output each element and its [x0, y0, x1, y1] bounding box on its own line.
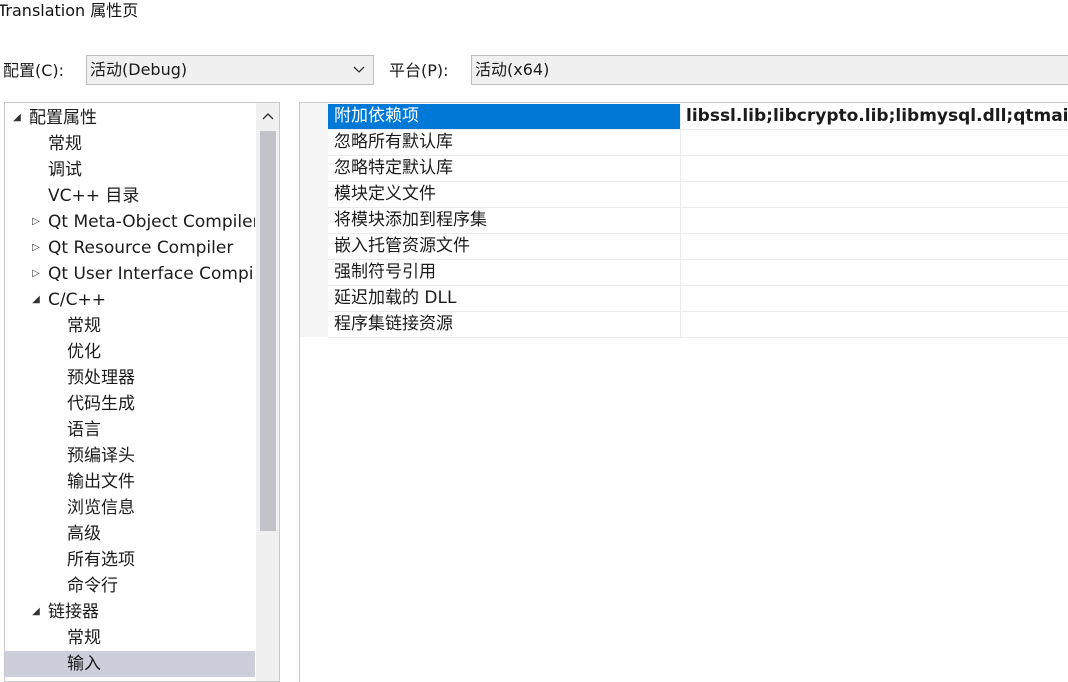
platform-label: 平台(P): — [389, 61, 449, 80]
config-dropdown-value: 活动(Debug) — [90, 60, 188, 79]
scroll-up-icon[interactable] — [256, 103, 279, 129]
tree-item[interactable]: 调试 — [5, 157, 255, 183]
config-label: 配置(C): — [3, 61, 65, 80]
tree-item-label: Qt User Interface Compiler — [48, 264, 255, 284]
tree-item-label: 语言 — [67, 420, 101, 440]
tree-item[interactable]: 高级 — [5, 521, 255, 547]
tree-item-label: Qt Resource Compiler — [48, 238, 234, 258]
tree-item-label: 常规 — [67, 316, 101, 336]
property-row[interactable]: 延迟加载的 DLL — [328, 286, 1068, 312]
property-row[interactable]: 忽略所有默认库 — [328, 130, 1068, 156]
tree-item-label: 代码生成 — [67, 394, 135, 414]
tree-item[interactable]: VC++ 目录 — [5, 183, 255, 209]
property-name[interactable]: 忽略特定默认库 — [328, 156, 681, 181]
property-name[interactable]: 忽略所有默认库 — [328, 130, 681, 155]
tree-item-label: 常规 — [67, 628, 101, 648]
property-row[interactable]: 忽略特定默认库 — [328, 156, 1068, 182]
tree-item-label: 输入 — [67, 654, 101, 674]
collapsed-arrow-icon[interactable]: ▷ — [30, 261, 42, 287]
tree-item[interactable]: ▷ Qt Meta-Object Compiler — [5, 209, 255, 235]
property-value[interactable] — [684, 208, 1068, 233]
property-grid: 附加依赖项 libssl.lib;libcrypto.lib;libmysql.d… — [299, 102, 1068, 682]
property-name[interactable]: 附加依赖项 — [328, 104, 681, 129]
tree-item-label: C/C++ — [48, 290, 106, 310]
collapsed-arrow-icon[interactable]: ▷ — [30, 209, 42, 235]
property-name[interactable]: 程序集链接资源 — [328, 312, 681, 337]
tree-item-label: 调试 — [48, 160, 82, 180]
tree-item[interactable]: 输出文件 — [5, 469, 255, 495]
tree-item-label: 预编译头 — [67, 446, 135, 466]
property-row[interactable]: 将模块添加到程序集 — [328, 208, 1068, 234]
config-dropdown[interactable]: 活动(Debug) — [86, 55, 374, 85]
tree-item[interactable]: 代码生成 — [5, 391, 255, 417]
tree-item[interactable]: 预编译头 — [5, 443, 255, 469]
tree-item[interactable]: 常规 — [5, 313, 255, 339]
property-value[interactable] — [684, 234, 1068, 259]
scroll-thumb[interactable] — [260, 131, 276, 531]
tree-item-label: 常规 — [48, 134, 82, 154]
property-row[interactable]: 嵌入托管资源文件 — [328, 234, 1068, 260]
property-name[interactable]: 延迟加载的 DLL — [328, 286, 681, 311]
platform-dropdown-value: 活动(x64) — [475, 60, 550, 79]
tree-item[interactable]: 所有选项 — [5, 547, 255, 573]
window-title: Translation 属性页 — [0, 1, 139, 20]
tree-item-label: 所有选项 — [67, 550, 135, 570]
property-value[interactable]: libssl.lib;libcrypto.lib;libmysql.dll;qt… — [684, 104, 1068, 129]
tree-item-label: VC++ 目录 — [48, 186, 140, 206]
property-row[interactable]: 附加依赖项 libssl.lib;libcrypto.lib;libmysql.d… — [328, 104, 1068, 130]
chevron-down-icon[interactable] — [351, 56, 367, 84]
tree-item[interactable]: 常规 — [5, 625, 255, 651]
tree-item-label: 预处理器 — [67, 368, 135, 388]
tree-item-label: 浏览信息 — [67, 498, 135, 518]
property-name[interactable]: 将模块添加到程序集 — [328, 208, 681, 233]
property-value[interactable] — [684, 286, 1068, 311]
grid-gutter — [300, 103, 328, 337]
property-value[interactable] — [684, 312, 1068, 337]
property-value[interactable] — [684, 130, 1068, 155]
tree-item[interactable]: ▷ Qt User Interface Compiler — [5, 261, 255, 287]
platform-dropdown[interactable]: 活动(x64) — [471, 55, 1068, 85]
tree-item[interactable]: ◢ C/C++ — [5, 287, 255, 313]
property-row[interactable]: 模块定义文件 — [328, 182, 1068, 208]
tree-item-label: 输出文件 — [67, 472, 135, 492]
property-name[interactable]: 模块定义文件 — [328, 182, 681, 207]
property-name[interactable]: 嵌入托管资源文件 — [328, 234, 681, 259]
tree-item-label: 高级 — [67, 524, 101, 544]
tree-item[interactable]: 预处理器 — [5, 365, 255, 391]
tree-scrollbar[interactable] — [256, 103, 279, 681]
tree-item[interactable]: 输入 — [5, 651, 255, 677]
tree-item-label: 优化 — [67, 342, 101, 362]
collapsed-arrow-icon[interactable]: ▷ — [30, 235, 42, 261]
tree-item[interactable]: 常规 — [5, 131, 255, 157]
property-row[interactable]: 强制符号引用 — [328, 260, 1068, 286]
tree-item-label: 命令行 — [67, 576, 118, 596]
tree-item-label: 链接器 — [48, 602, 99, 622]
property-value[interactable] — [684, 182, 1068, 207]
property-value[interactable] — [684, 260, 1068, 285]
property-row[interactable]: 程序集链接资源 — [328, 312, 1068, 338]
tree-item[interactable]: ◢ 配置属性 — [5, 105, 255, 131]
tree-item[interactable]: 命令行 — [5, 573, 255, 599]
property-name[interactable]: 强制符号引用 — [328, 260, 681, 285]
tree-item[interactable]: 语言 — [5, 417, 255, 443]
expanded-arrow-icon[interactable]: ◢ — [30, 287, 42, 313]
tree-item-label: 配置属性 — [29, 108, 97, 128]
property-tree[interactable]: ◢ 配置属性 常规 调试 VC++ 目录 ▷ Qt Meta-Object Compiler… — [4, 102, 280, 682]
tree-item[interactable]: ◢ 链接器 — [5, 599, 255, 625]
tree-item-label: Qt Meta-Object Compiler — [48, 212, 255, 232]
property-value[interactable] — [684, 156, 1068, 181]
tree-item[interactable]: 优化 — [5, 339, 255, 365]
tree-item[interactable]: 浏览信息 — [5, 495, 255, 521]
expanded-arrow-icon[interactable]: ◢ — [11, 105, 23, 131]
tree-item[interactable]: ▷ Qt Resource Compiler — [5, 235, 255, 261]
expanded-arrow-icon[interactable]: ◢ — [30, 599, 42, 625]
